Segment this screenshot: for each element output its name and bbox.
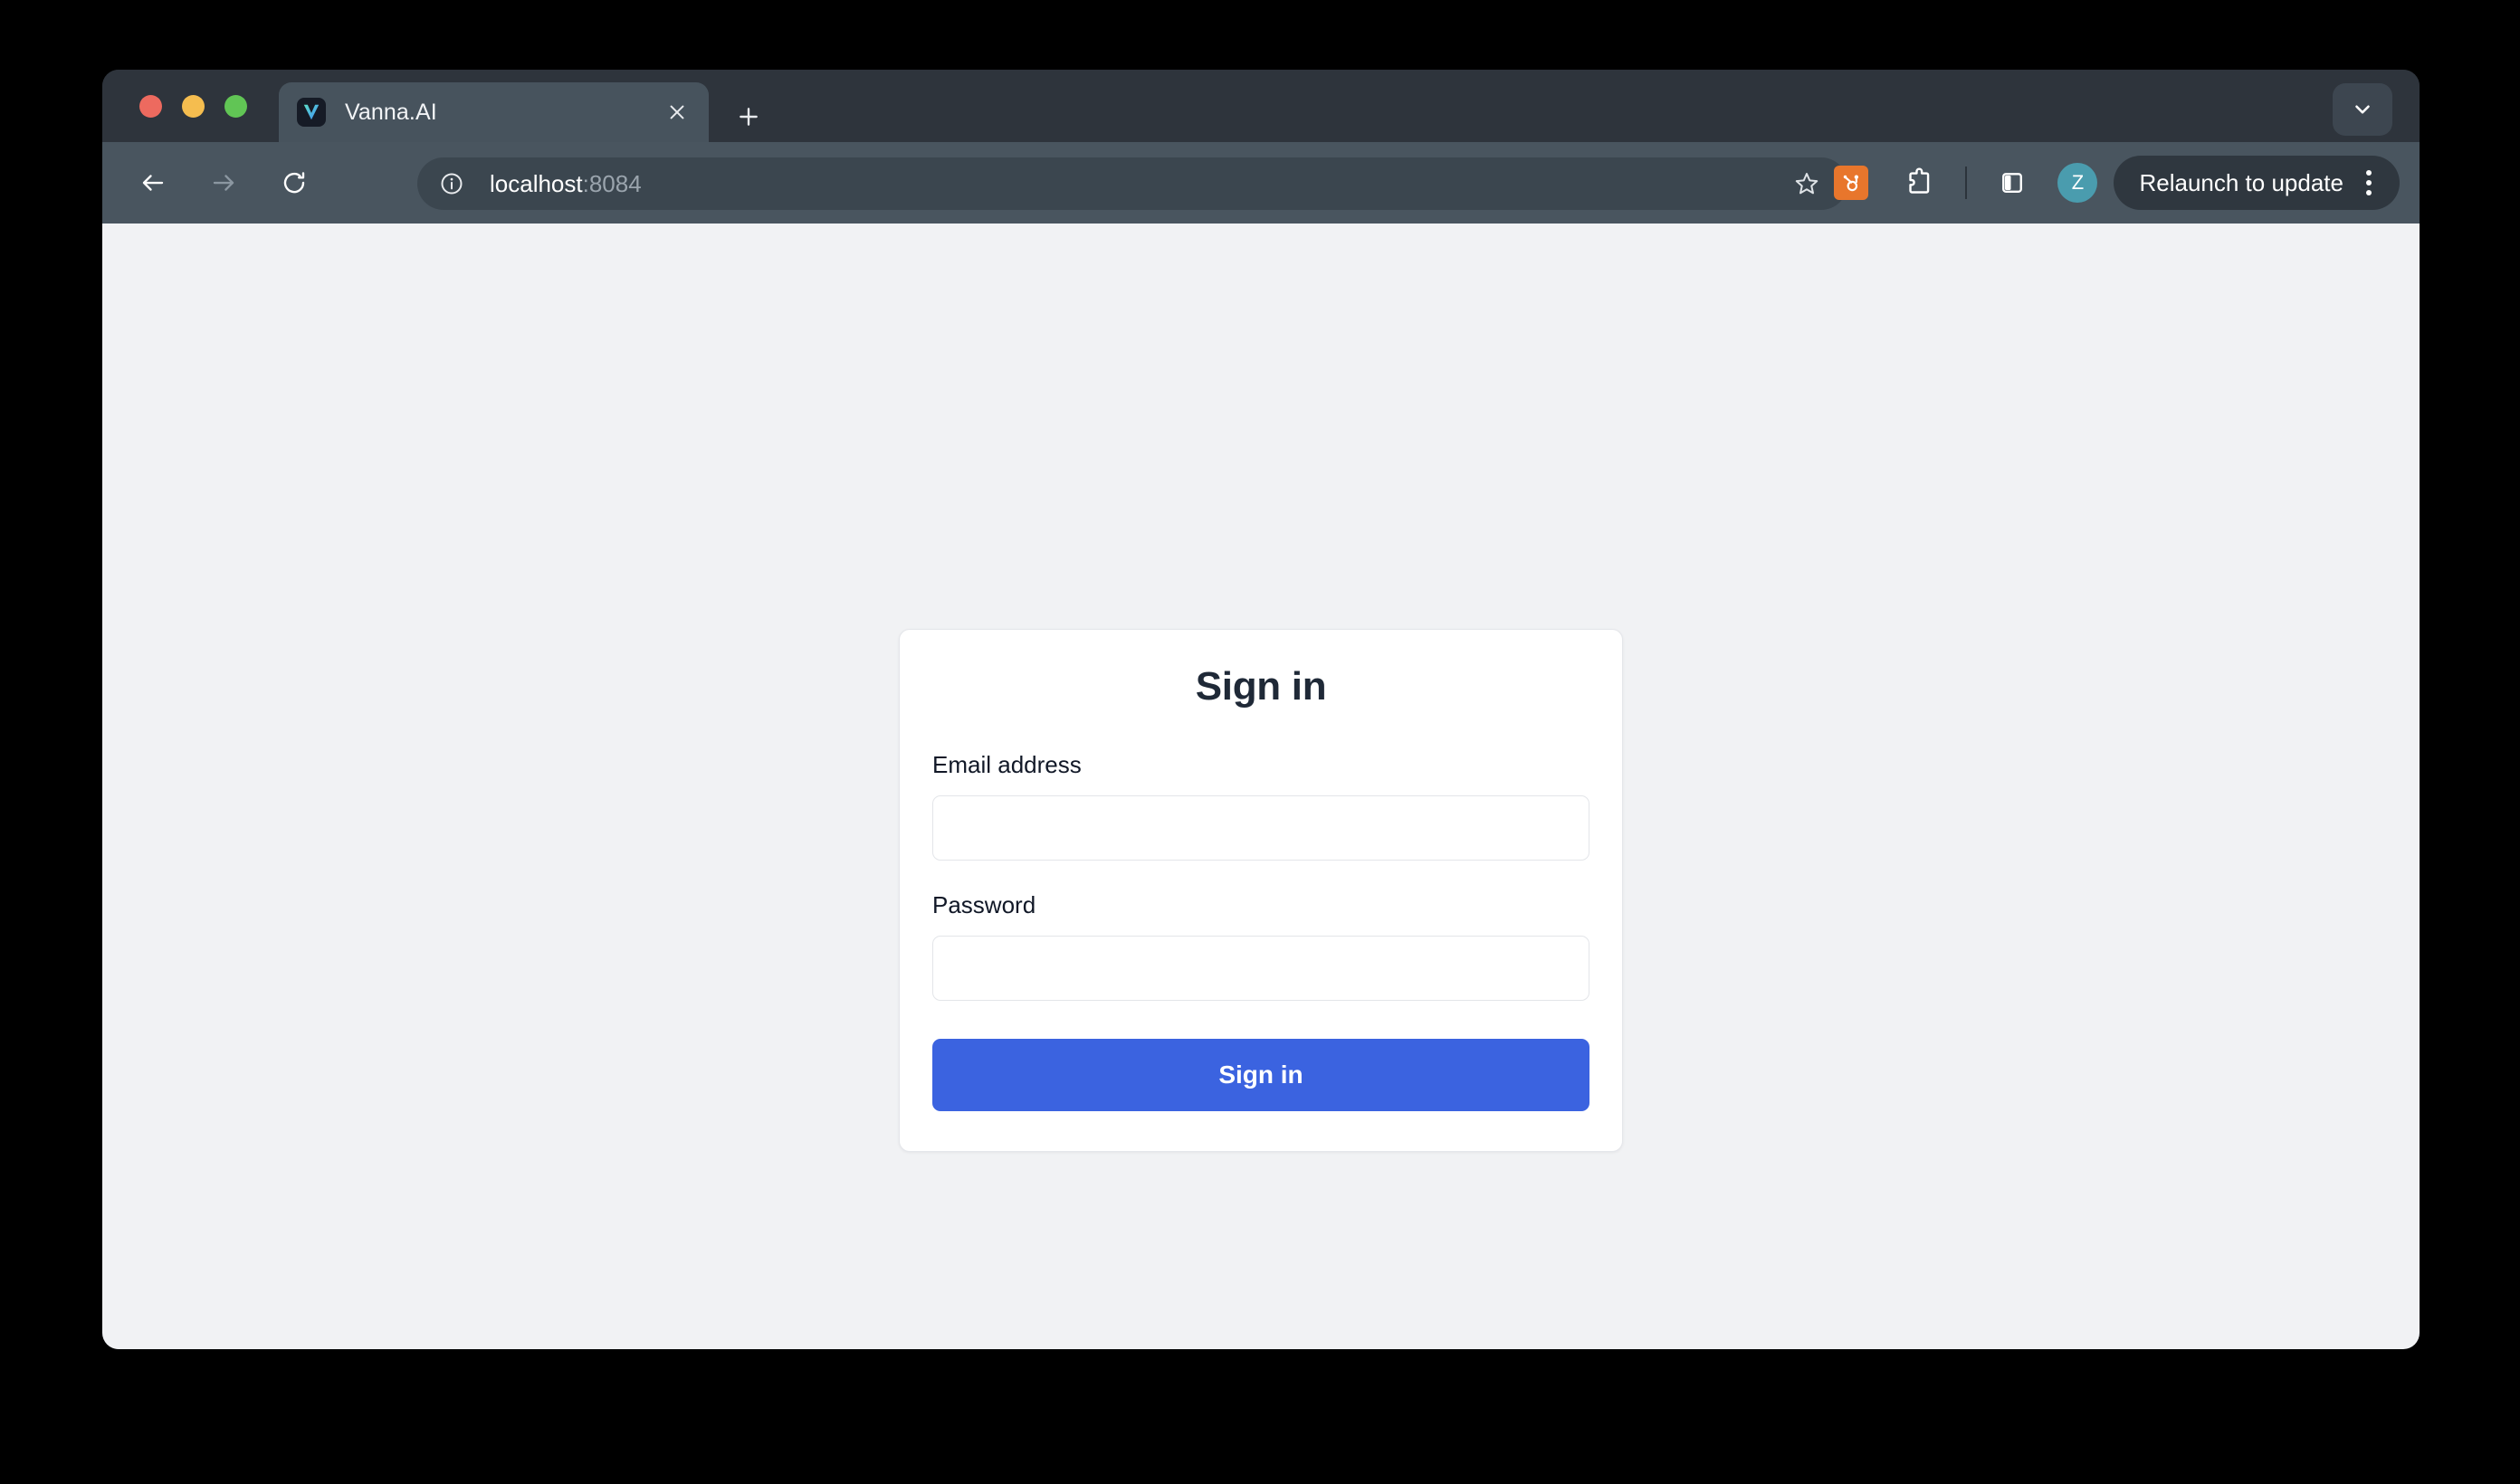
toolbar-right-cluster: Z Relaunch to update — [1817, 142, 2400, 224]
hubspot-sprocket-icon — [1834, 166, 1869, 200]
side-panel-button[interactable] — [1987, 157, 2038, 208]
password-field[interactable] — [932, 936, 1589, 1001]
window-menu-button[interactable] — [2333, 83, 2392, 136]
reload-button[interactable] — [269, 157, 320, 208]
back-button[interactable] — [128, 157, 178, 208]
avatar-initial: Z — [2071, 171, 2085, 194]
relaunch-label: Relaunch to update — [2139, 168, 2343, 196]
chevron-down-icon — [2355, 105, 2370, 114]
forward-button[interactable] — [198, 157, 249, 208]
browser-toolbar: localhost:8084 Z Relaunch to update — [102, 142, 2420, 224]
three-dot-menu-icon[interactable] — [2351, 161, 2387, 205]
password-field-label: Password — [932, 891, 1036, 918]
field-spacer — [932, 861, 1589, 891]
page-viewport: Sign in Email address Password Sign in — [102, 224, 2420, 1349]
address-bar-url: localhost:8084 — [490, 170, 642, 198]
relaunch-to-update-button[interactable]: Relaunch to update — [2114, 156, 2400, 210]
url-host: localhost — [490, 169, 583, 197]
browser-window: Vanna.AI localhost:8084 Z Relaunch to up… — [102, 70, 2420, 1349]
sign-in-button[interactable]: Sign in — [932, 1039, 1589, 1111]
arrow-right-icon — [213, 175, 234, 191]
side-panel-icon — [2002, 173, 2023, 193]
tab-strip: Vanna.AI — [102, 70, 2420, 142]
vanna-logo-icon — [297, 98, 326, 127]
email-field-label: Email address — [932, 751, 1082, 778]
email-field[interactable] — [932, 795, 1589, 861]
window-traffic-lights — [139, 95, 247, 118]
maximize-window-button[interactable] — [224, 95, 247, 118]
reload-icon — [283, 172, 305, 194]
new-tab-button[interactable] — [727, 95, 770, 138]
signin-card: Sign in Email address Password Sign in — [899, 629, 1623, 1152]
page-title: Sign in — [1195, 664, 1327, 709]
hubspot-extension-button[interactable] — [1826, 157, 1876, 208]
close-window-button[interactable] — [139, 95, 162, 118]
profile-avatar[interactable]: Z — [2057, 163, 2098, 203]
address-bar[interactable]: localhost:8084 — [417, 157, 1847, 210]
arrow-left-icon — [142, 175, 164, 191]
site-info-icon[interactable] — [432, 164, 472, 204]
extensions-button[interactable] — [1895, 157, 1945, 208]
email-field-group: Email address — [932, 751, 1589, 861]
browser-tab-vanna-ai[interactable]: Vanna.AI — [279, 82, 709, 142]
password-field-group: Password — [932, 891, 1589, 1001]
toolbar-divider — [1965, 166, 1968, 199]
puzzle-piece-icon — [1909, 167, 1930, 194]
tab-title: Vanna.AI — [345, 99, 437, 125]
minimize-window-button[interactable] — [182, 95, 205, 118]
url-port: :8084 — [582, 169, 642, 197]
close-tab-button[interactable] — [656, 91, 698, 133]
submit-spacer — [932, 1001, 1589, 1039]
